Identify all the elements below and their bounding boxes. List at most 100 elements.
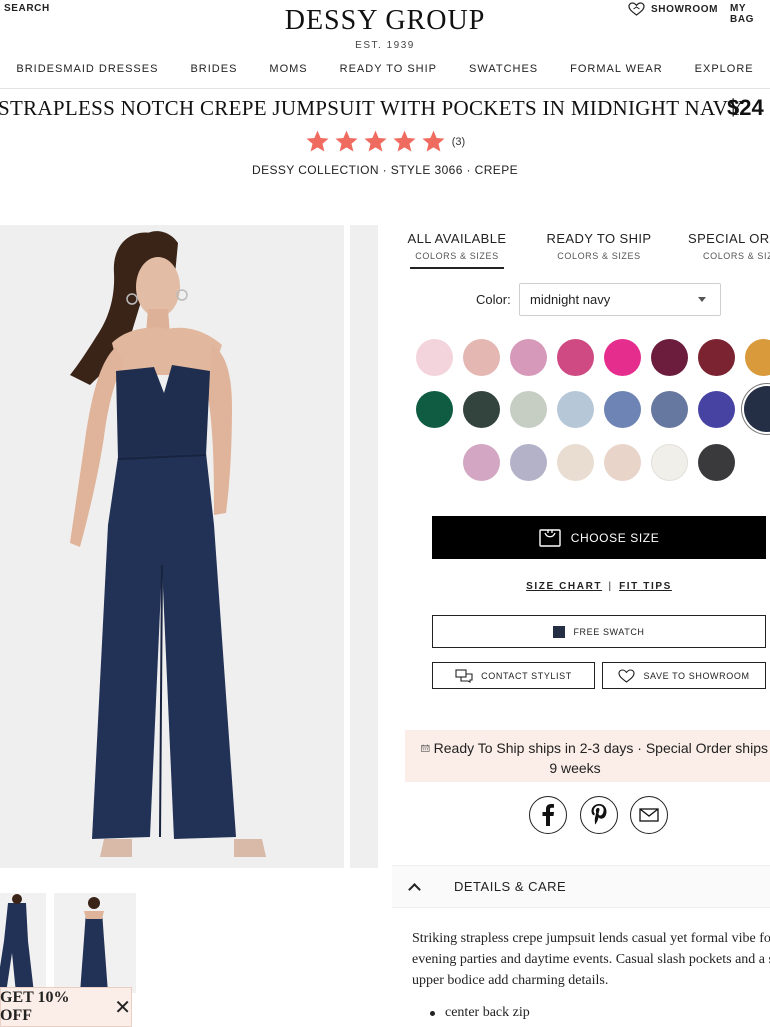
details-care-toggle[interactable]: DETAILS & CARE xyxy=(392,865,770,908)
chevron-up-icon xyxy=(408,882,421,896)
shipping-info: Ready To Ship ships in 2-3 days · Specia… xyxy=(405,730,770,782)
product-subtitle: DESSY COLLECTION · STYLE 3066 · CREPE xyxy=(252,163,518,177)
color-swatch[interactable] xyxy=(463,339,500,376)
tab-active-indicator xyxy=(410,267,504,269)
size-chart-link[interactable]: SIZE CHART xyxy=(526,581,602,592)
star-icon xyxy=(364,130,387,152)
tab-ready-to-ship[interactable]: READY TO SHIP COLORS & SIZES xyxy=(544,231,654,261)
nav-bridesmaid-dresses[interactable]: BRIDESMAID DRESSES xyxy=(0,63,174,75)
logo-established: EST. 1939 xyxy=(355,40,415,51)
tab-label: SPECIAL ORDER xyxy=(688,231,770,246)
share-pinterest-button[interactable] xyxy=(580,796,618,834)
thumbnail-2[interactable] xyxy=(54,893,136,993)
save-to-showroom-button[interactable]: SAVE TO SHOWROOM xyxy=(602,662,766,689)
color-swatch[interactable] xyxy=(463,391,500,428)
color-swatch[interactable] xyxy=(510,444,547,481)
product-image[interactable] xyxy=(0,225,344,868)
nav-explore[interactable]: EXPLORE xyxy=(679,63,770,75)
color-swatch[interactable] xyxy=(604,444,641,481)
product-title: STRAPLESS NOTCH CREPE JUMPSUIT WITH POCK… xyxy=(0,96,744,120)
logo[interactable]: DESSY GROUP EST. 1939 xyxy=(0,4,770,51)
thumbnail-1[interactable] xyxy=(0,893,46,993)
color-swatch[interactable] xyxy=(698,391,735,428)
tab-label: READY TO SHIP xyxy=(546,231,652,246)
chevron-down-icon xyxy=(698,297,706,302)
promo-label: GET 10% OFF xyxy=(0,989,70,1024)
save-to-showroom-label: SAVE TO SHOWROOM xyxy=(643,670,750,681)
color-swatch[interactable] xyxy=(651,391,688,428)
contact-stylist-button[interactable]: CONTACT STYLIST xyxy=(432,662,595,689)
color-select-value: midnight navy xyxy=(530,292,611,307)
thumbnail-model xyxy=(80,897,108,993)
chat-bubbles-icon xyxy=(455,668,473,683)
product-price: $24 xyxy=(727,95,764,120)
share-facebook-button[interactable] xyxy=(529,796,567,834)
fit-tips-link[interactable]: FIT TIPS xyxy=(619,581,672,592)
nav-formal-wear[interactable]: FORMAL WEAR xyxy=(554,63,679,75)
close-icon[interactable]: ✕ xyxy=(114,995,131,1019)
color-swatch[interactable] xyxy=(463,444,500,481)
color-swatch[interactable] xyxy=(416,339,453,376)
rating-stars[interactable]: (3) xyxy=(0,129,770,154)
calendar-icon xyxy=(421,744,430,752)
star-icon xyxy=(422,130,445,152)
dress-form-icon xyxy=(538,528,561,547)
color-swatch[interactable] xyxy=(557,391,594,428)
color-swatch[interactable] xyxy=(651,444,688,481)
color-swatch[interactable] xyxy=(744,386,770,432)
color-swatch[interactable] xyxy=(510,391,547,428)
star-icon xyxy=(335,130,358,152)
share-email-button[interactable] xyxy=(630,796,668,834)
detail-bullet-text: center back zip xyxy=(445,1005,530,1020)
nav-swatches[interactable]: SWATCHES xyxy=(453,63,554,75)
color-swatch[interactable] xyxy=(698,339,735,376)
email-icon xyxy=(639,808,659,822)
color-select[interactable]: midnight navy xyxy=(519,283,721,316)
pinterest-icon xyxy=(591,804,607,825)
nav-ready-to-ship[interactable]: READY TO SHIP xyxy=(324,63,453,75)
review-count[interactable]: (3) xyxy=(452,136,465,148)
tab-label: ALL AVAILABLE xyxy=(407,231,507,246)
contact-stylist-label: CONTACT STYLIST xyxy=(481,670,572,681)
free-swatch-button[interactable]: FREE SWATCH xyxy=(432,615,766,648)
color-swatch[interactable] xyxy=(651,339,688,376)
details-care-label: DETAILS & CARE xyxy=(454,879,567,894)
swatch-square-icon xyxy=(553,625,566,638)
tab-special-order[interactable]: SPECIAL ORDER COLORS & SIZES xyxy=(688,231,770,261)
color-swatch[interactable] xyxy=(604,339,641,376)
shipping-line-2: 9 weeks xyxy=(549,760,601,776)
color-swatch[interactable] xyxy=(745,339,770,376)
nav-brides[interactable]: BRIDES xyxy=(174,63,253,75)
heart-icon xyxy=(618,668,635,683)
color-swatch[interactable] xyxy=(698,444,735,481)
size-links: SIZE CHART | FIT TIPS xyxy=(432,581,766,592)
tab-sublabel: COLORS & SIZES xyxy=(703,251,770,261)
choose-size-label: CHOOSE SIZE xyxy=(570,530,660,545)
star-icon xyxy=(393,130,416,152)
tab-all-available[interactable]: ALL AVAILABLE COLORS & SIZES xyxy=(405,231,509,269)
bullet xyxy=(430,1010,435,1016)
tab-sublabel: COLORS & SIZES xyxy=(415,251,499,261)
promo-banner[interactable]: GET 10% OFF ✕ xyxy=(0,987,132,1027)
thumbnail-model xyxy=(0,894,34,993)
choose-size-button[interactable]: CHOOSE SIZE xyxy=(432,516,766,559)
free-swatch-label: FREE SWATCH xyxy=(573,626,645,637)
logo-text: DESSY GROUP xyxy=(284,5,486,36)
star-icon xyxy=(306,130,329,152)
link-separator: | xyxy=(608,581,613,592)
main-nav: BRIDESMAID DRESSES BRIDES MOMS READY TO … xyxy=(0,63,770,75)
color-swatch[interactable] xyxy=(557,339,594,376)
color-swatch[interactable] xyxy=(416,391,453,428)
color-swatch[interactable] xyxy=(604,391,641,428)
product-image-next[interactable] xyxy=(350,225,378,868)
facebook-icon xyxy=(542,804,554,826)
tab-sublabel: COLORS & SIZES xyxy=(557,251,641,261)
color-swatch[interactable] xyxy=(510,339,547,376)
color-swatch[interactable] xyxy=(557,444,594,481)
nav-moms[interactable]: MOMS xyxy=(253,63,323,75)
shipping-line-1: Ready To Ship ships in 2-3 days · Specia… xyxy=(433,740,770,756)
list-item: center back zip xyxy=(430,1005,530,1021)
product-description: Striking strapless crepe jumpsuit lends … xyxy=(412,931,770,988)
header-divider xyxy=(0,88,770,89)
color-label: Color: xyxy=(476,292,511,307)
